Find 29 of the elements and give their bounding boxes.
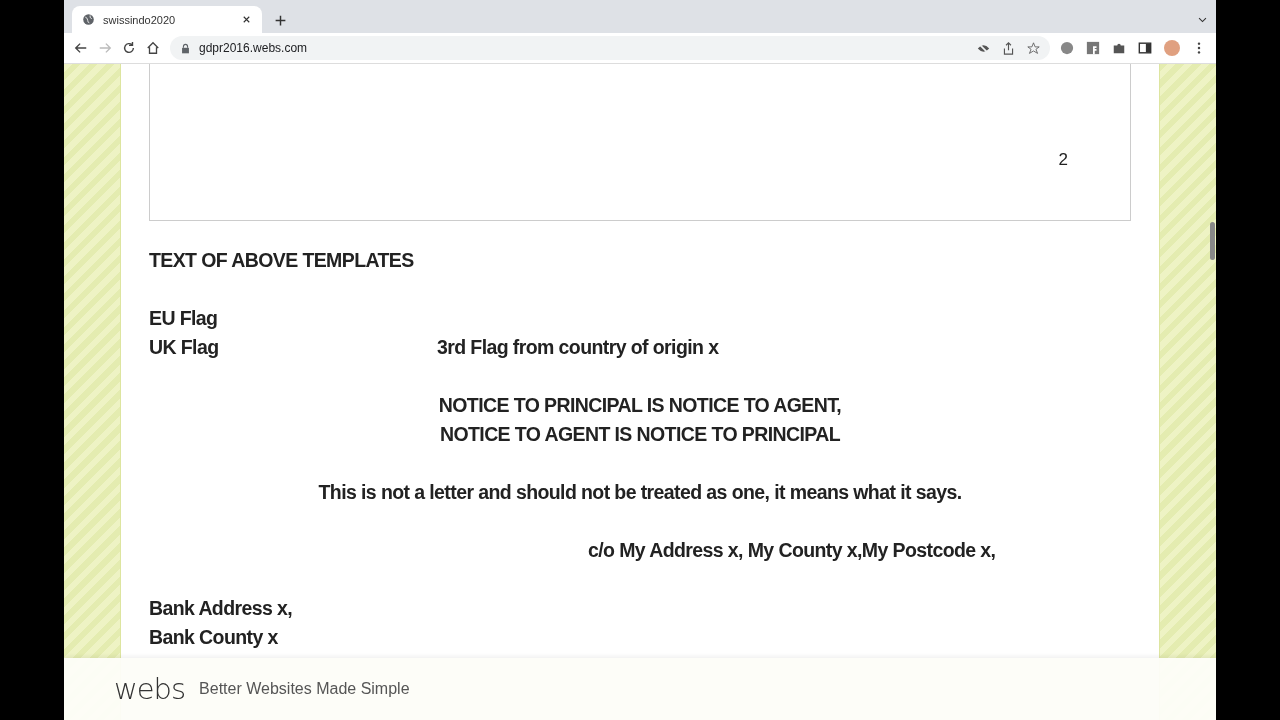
tagline: Better Websites Made Simple [199,680,410,698]
address-bar[interactable]: gdpr2016.webs.com [170,36,1050,60]
close-icon[interactable] [241,14,252,25]
text-line: UK Flag [149,335,220,360]
page-number: 2 [1058,150,1068,170]
plus-icon[interactable] [274,14,287,27]
text-line: Bank Address x, [149,597,293,619]
tab-title: swissindo2020 [103,13,177,26]
home-icon[interactable] [146,41,160,55]
back-icon[interactable] [74,41,88,55]
text-line: EU Flag [149,307,218,329]
star-icon[interactable] [1027,41,1040,55]
text-line: TEXT OF ABOVE TEMPLATES [149,249,414,271]
text-line: c/o My Address x, My County x,My Postcode x, [588,539,996,561]
globe-icon [82,13,95,26]
reload-icon[interactable] [122,41,136,55]
text-line: NOTICE TO PRINCIPAL IS NOTICE TO AGENT, [438,394,842,416]
text-line: NOTICE TO AGENT IS NOTICE TO PRINCIPAL [439,423,841,445]
side-panel-icon[interactable] [1138,41,1152,55]
square-logo-icon[interactable] [1086,41,1100,55]
browser-tab[interactable]: swissindo2020 [72,6,262,33]
lock-icon [180,42,191,54]
url-text: gdpr2016.webs.com [199,41,309,55]
share-icon[interactable] [1002,41,1015,55]
scrollbar-thumb[interactable] [1210,222,1215,260]
text-line: Bank County x [149,626,278,648]
logo[interactable]: webs [114,672,186,706]
text-line: 3rd Flag from country of origin x [437,335,719,360]
text-line: This is not a letter and should not be treated as one, it means what it says. [318,481,962,503]
